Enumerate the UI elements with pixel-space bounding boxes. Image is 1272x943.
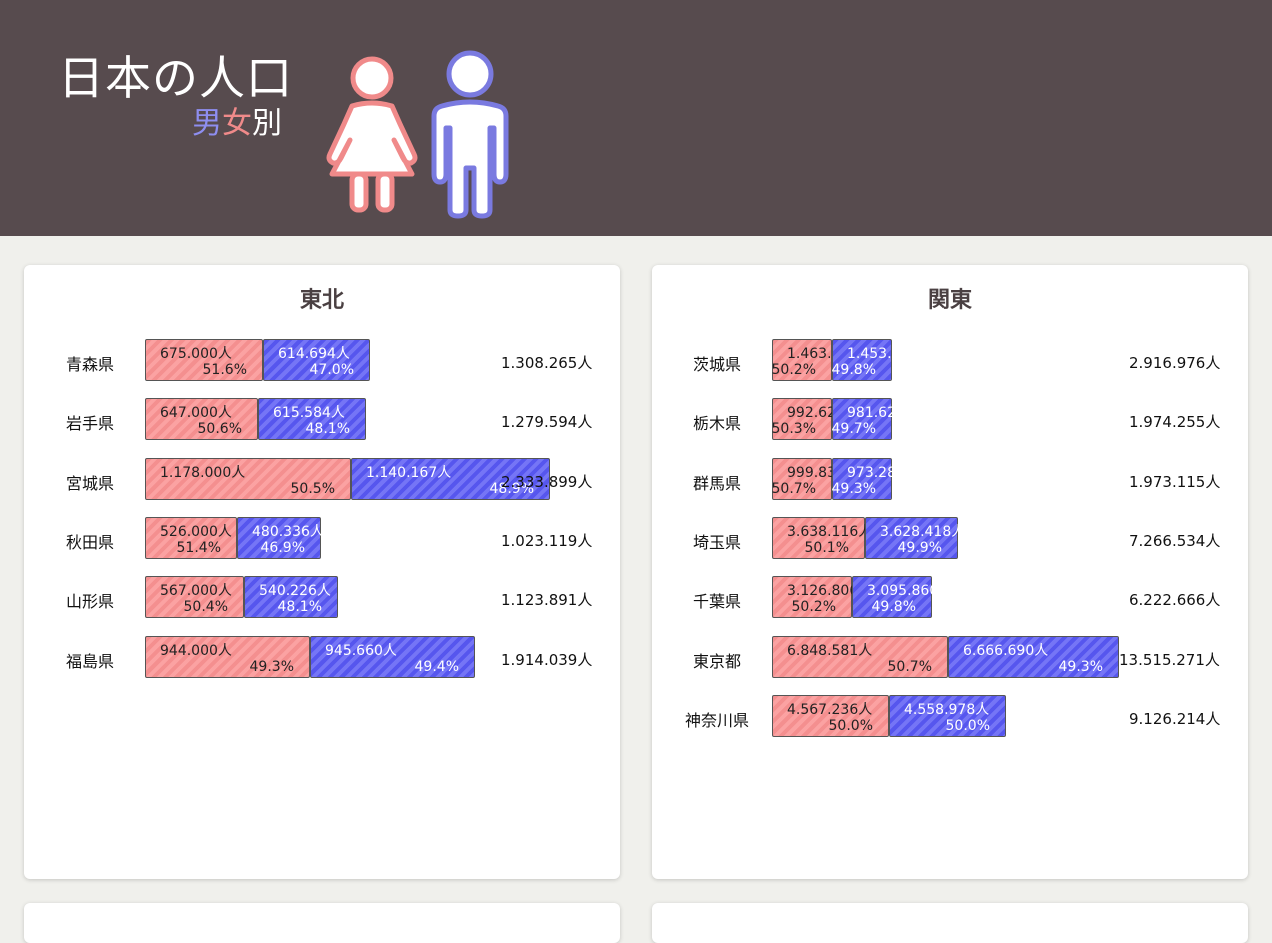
total-label: 1.973.115人 — [1129, 473, 1221, 491]
category-label: 群馬県 — [693, 474, 742, 493]
subtitle-rest: 別 — [252, 106, 282, 141]
data-label-count: 6.666.690人 — [963, 643, 1049, 659]
male-bar: 981.626人 49.7% — [831, 398, 919, 440]
chart-row: 埼玉県 3.638.116人 50.1% 3.628.418人 49.9% 7.266.5… — [0, 517, 1272, 561]
female-bar: 3.126.806人 50.2% — [772, 576, 872, 618]
page-header: 日本の人口 男女別 — [0, 0, 1272, 236]
region-card-partial-left — [24, 903, 620, 943]
category-label: 東京都 — [693, 652, 742, 671]
female-bar: 6.848.581人 50.7% — [772, 636, 948, 678]
data-label-count: 973.283人 — [847, 465, 919, 481]
total-label: 7.266.534人 — [1129, 532, 1221, 550]
data-label-percent: 50.0% — [945, 718, 990, 734]
data-label-count: 6.848.581人 — [787, 643, 873, 659]
data-label-percent: 50.7% — [887, 659, 932, 675]
data-label-count: 3.095.860人 — [867, 583, 953, 599]
subtitle-male: 男 — [192, 106, 222, 141]
woman-icon — [326, 56, 418, 213]
woman-man-icon — [326, 50, 509, 219]
chart-row: 東京都 6.848.581人 50.7% 6.666.690人 49.3% 13.515.… — [0, 636, 1272, 680]
man-icon — [431, 50, 509, 219]
female-bar: 3.638.116人 50.1% — [772, 517, 872, 559]
category-label: 千葉県 — [693, 592, 742, 611]
category-label: 埼玉県 — [693, 533, 742, 552]
region-title: 関東 — [927, 288, 972, 313]
region-card-partial-right — [652, 903, 1248, 943]
chart-row: 茨城県 1.463.382人 50.2% 1.453.594人 49.8% 2.916.9… — [0, 339, 1272, 383]
total-label: 9.126.214人 — [1129, 710, 1221, 728]
data-label-percent: 50.3% — [771, 421, 816, 437]
male-bar: 3.628.418人 49.9% — [865, 517, 965, 559]
data-label-percent: 49.8% — [831, 362, 876, 378]
data-label-percent: 49.3% — [1058, 659, 1103, 675]
data-label-count: 3.638.116人 — [787, 524, 873, 540]
subtitle-female: 女 — [222, 106, 252, 141]
data-label-percent: 50.1% — [804, 540, 849, 556]
total-label: 13.515.271人 — [1119, 651, 1220, 669]
data-label-percent: 50.2% — [791, 599, 836, 615]
male-bar: 3.095.860人 49.8% — [852, 576, 952, 618]
chart-row: 千葉県 3.126.806人 50.2% 3.095.860人 49.8% 6.222.6… — [0, 576, 1272, 620]
female-bar: 999.832人 50.7% — [771, 458, 859, 500]
category-label: 茨城県 — [693, 355, 742, 374]
category-label: 栃木県 — [693, 414, 742, 433]
data-label-percent: 50.7% — [771, 481, 816, 497]
region-title: 東北 — [299, 288, 344, 313]
female-bar: 4.567.236人 50.0% — [772, 695, 889, 737]
site-subtitle: 男女別 — [192, 104, 282, 144]
chart-row: 神奈川県 4.567.236人 50.0% 4.558.978人 50.0% 9.126.… — [0, 695, 1272, 739]
female-bar: 992.629人 50.3% — [771, 398, 859, 440]
male-bar: 6.666.690人 49.3% — [948, 636, 1119, 678]
data-label-percent: 49.8% — [871, 599, 916, 615]
data-label-percent: 49.9% — [897, 540, 942, 556]
data-label-percent: 49.7% — [831, 421, 876, 437]
data-label-count: 981.626人 — [847, 405, 919, 421]
total-label: 1.974.255人 — [1129, 413, 1221, 431]
data-label-percent: 50.2% — [771, 362, 816, 378]
data-label-count: 1.453.594人 — [847, 346, 933, 362]
data-label-count: 4.567.236人 — [787, 702, 873, 718]
data-label-percent: 49.3% — [831, 481, 876, 497]
chart-row: 群馬県 999.832人 50.7% 973.283人 49.3% 1.973.115人 — [0, 458, 1272, 502]
male-bar: 1.453.594人 49.8% — [831, 339, 932, 381]
total-label: 2.916.976人 — [1129, 354, 1221, 372]
data-label-count: 4.558.978人 — [904, 702, 990, 718]
male-bar: 4.558.978人 50.0% — [889, 695, 1006, 737]
female-bar: 1.463.382人 50.2% — [771, 339, 872, 381]
male-bar: 973.283人 49.3% — [831, 458, 919, 500]
total-label: 6.222.666人 — [1129, 591, 1221, 609]
chart-row: 栃木県 992.629人 50.3% 981.626人 49.7% 1.974.255人 — [0, 398, 1272, 442]
data-label-percent: 50.0% — [828, 718, 873, 734]
data-label-count: 3.628.418人 — [880, 524, 966, 540]
site-title: 日本の人口 — [58, 51, 293, 105]
category-label: 神奈川県 — [685, 711, 750, 730]
